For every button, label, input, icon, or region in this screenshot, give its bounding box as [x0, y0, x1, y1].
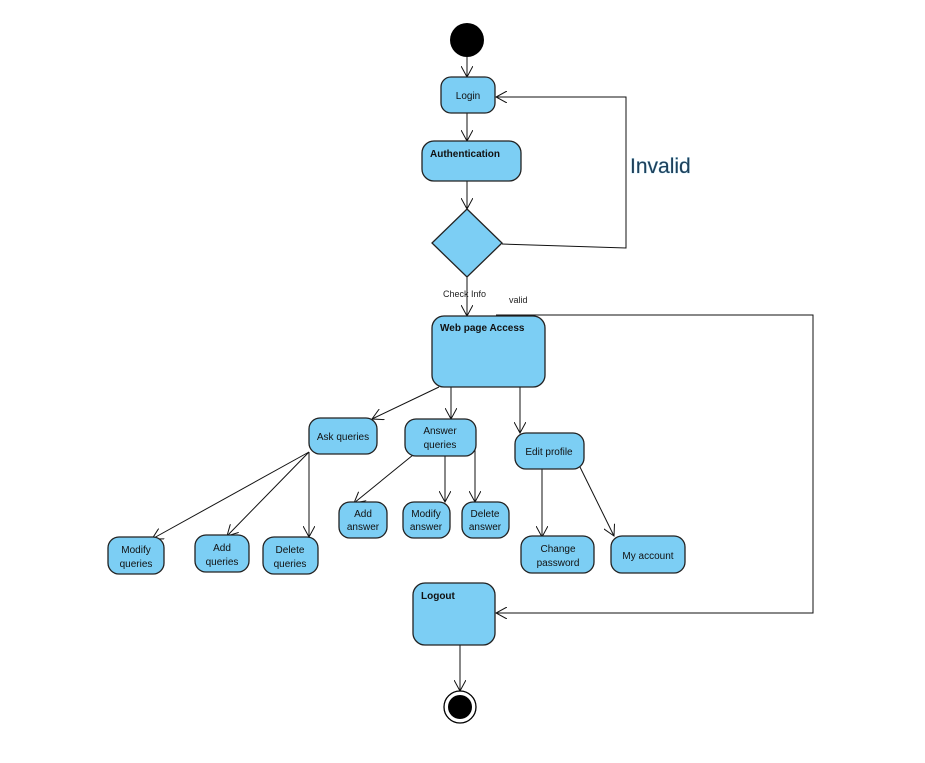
node-add-answer[interactable]: Add answer: [338, 501, 388, 539]
node-label: Add: [213, 543, 231, 554]
node-label: Edit profile: [525, 447, 573, 458]
node-login[interactable]: Login: [440, 76, 496, 114]
node-modify-answer[interactable]: Modify answer: [402, 501, 451, 539]
end-node: [443, 690, 477, 724]
node-label: Modify: [121, 545, 150, 556]
decision-node: [431, 208, 503, 278]
start-node: [450, 23, 484, 57]
node-label: Ask queries: [317, 432, 369, 443]
edge-webpage-ask: [372, 386, 440, 419]
node-label: My account: [622, 551, 673, 562]
edge-edit-account: [578, 464, 614, 536]
node-modify-queries[interactable]: Modify queries: [107, 536, 165, 575]
check-info-label: Check Info: [443, 289, 486, 299]
edge-ask-add: [227, 451, 310, 536]
edge-answer-add: [354, 454, 414, 503]
node-label: Delete: [471, 509, 500, 520]
node-my-account[interactable]: My account: [610, 535, 686, 574]
node-web-page-access[interactable]: Web page Access: [431, 315, 546, 388]
node-label: Answer: [423, 426, 457, 437]
node-label: queries: [206, 557, 239, 568]
node-label: password: [537, 558, 580, 569]
node-authentication[interactable]: Authentication: [421, 140, 522, 182]
node-label: queries: [120, 559, 153, 570]
node-label: Modify: [411, 509, 440, 520]
node-edit-profile[interactable]: Edit profile: [514, 432, 585, 470]
activity-diagram: Login Authentication Web page Access Ask…: [107, 23, 814, 724]
node-label: Add: [354, 509, 372, 520]
node-delete-queries[interactable]: Delete queries: [262, 536, 319, 575]
node-label: Change: [540, 544, 575, 555]
node-logout[interactable]: Logout: [412, 582, 496, 646]
node-label: answer: [469, 522, 502, 533]
node-label: Authentication: [430, 149, 500, 160]
node-label: Delete: [276, 545, 305, 556]
node-change-password[interactable]: Change password: [520, 535, 595, 574]
edge-ask-modify: [152, 451, 310, 539]
node-label: Web page Access: [440, 323, 525, 334]
invalid-label: Invalid: [630, 155, 691, 178]
node-answer-queries[interactable]: Answer queries: [404, 418, 477, 457]
node-label: queries: [424, 440, 457, 451]
node-label: Login: [456, 91, 480, 102]
node-ask-queries[interactable]: Ask queries: [308, 417, 378, 455]
node-delete-answer[interactable]: Delete answer: [461, 501, 510, 539]
valid-label: valid: [509, 295, 528, 305]
node-label: answer: [410, 522, 443, 533]
node-add-queries[interactable]: Add queries: [194, 534, 250, 573]
node-label: queries: [274, 559, 307, 570]
node-label: Logout: [421, 591, 456, 602]
node-label: answer: [347, 522, 380, 533]
